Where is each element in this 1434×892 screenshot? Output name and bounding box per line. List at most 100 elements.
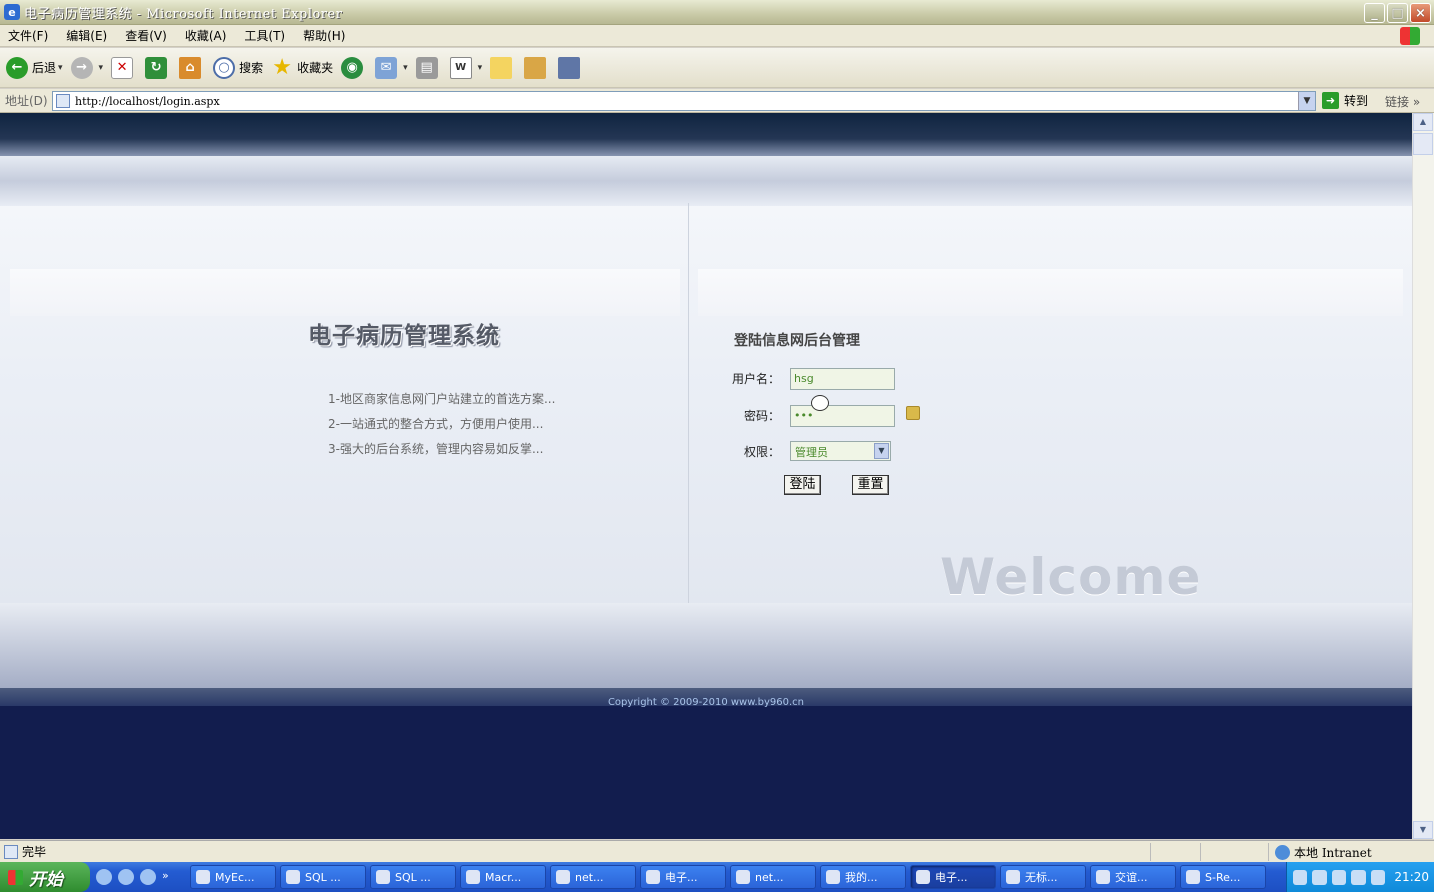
task-button[interactable]: S-Re... xyxy=(1180,865,1266,889)
address-bar: 地址(D) http://localhost/login.aspx ▼ ➜ 转到… xyxy=(0,89,1434,113)
go-arrow-icon: ➜ xyxy=(1322,92,1339,109)
reset-button[interactable]: 重置 xyxy=(852,475,889,495)
address-input[interactable]: http://localhost/login.aspx ▼ xyxy=(52,91,1316,111)
task-label: net... xyxy=(755,870,784,884)
task-label: 电子... xyxy=(935,871,968,884)
print-button[interactable]: ▤ xyxy=(415,56,442,79)
task-button[interactable]: 交谊... xyxy=(1090,865,1176,889)
app-icon xyxy=(1006,870,1020,884)
task-label: SQL ... xyxy=(305,870,341,884)
mail-icon: ✉ xyxy=(375,56,398,79)
media-quicklaunch-icon[interactable] xyxy=(140,869,156,885)
menu-tools[interactable]: 工具(T) xyxy=(244,27,285,44)
home-button[interactable]: ⌂ xyxy=(179,56,205,79)
back-label: 后退 xyxy=(32,61,57,75)
chevron-down-icon[interactable]: ▼ xyxy=(874,443,889,459)
toolbar: ← 后退 ▾ → ▾ ✕ ↻ ⌂ ○ 搜索 ★ 收藏夹 ◉ ✉ ▾ ▤ W ▾ xyxy=(0,48,1434,88)
favorites-button[interactable]: ★ 收藏夹 xyxy=(271,56,333,79)
back-arrow-icon[interactable] xyxy=(1312,869,1327,885)
clock[interactable]: 21:20 xyxy=(1394,870,1429,884)
back-arrow-icon: ← xyxy=(6,56,28,79)
scroll-up-icon[interactable]: ▲ xyxy=(1413,113,1433,131)
app-icon xyxy=(286,870,300,884)
forward-button[interactable]: → ▾ xyxy=(70,56,104,79)
app-icon xyxy=(646,870,660,884)
task-label: 交谊... xyxy=(1115,871,1148,884)
welcome-watermark: Welcome xyxy=(940,548,1202,606)
links-button[interactable]: 链接 » xyxy=(1385,93,1420,110)
menu-favorites[interactable]: 收藏(A) xyxy=(185,27,227,44)
research-button[interactable] xyxy=(524,56,550,79)
keyboard-icon[interactable] xyxy=(1293,869,1308,885)
page-icon xyxy=(4,844,18,859)
media-button[interactable]: ◉ xyxy=(341,56,367,79)
feature-item: 3-强大的后台系统，管理内容易如反掌... xyxy=(328,442,544,456)
ie-quicklaunch-icon[interactable] xyxy=(96,869,112,885)
messenger-button[interactable] xyxy=(558,56,584,79)
volume-icon[interactable] xyxy=(1351,869,1366,885)
search-label: 搜索 xyxy=(239,61,264,75)
refresh-button[interactable]: ↻ xyxy=(145,56,171,79)
task-button-active[interactable]: 电子... xyxy=(910,865,996,889)
caret-down-icon[interactable]: ▾ xyxy=(58,63,63,73)
task-button[interactable]: 无标... xyxy=(1000,865,1086,889)
ie-window: e 电子病历管理系统 - Microsoft Internet Explorer… xyxy=(0,0,1434,892)
task-button[interactable]: MyEc... xyxy=(190,865,276,889)
password-input[interactable]: ••• xyxy=(790,405,895,427)
task-button[interactable]: net... xyxy=(730,865,816,889)
scroll-thumb[interactable] xyxy=(1413,133,1433,155)
chevron-right-icon[interactable]: » xyxy=(162,869,178,885)
scroll-down-icon[interactable]: ▼ xyxy=(1413,821,1433,839)
caret-down-icon[interactable]: ▾ xyxy=(99,63,104,73)
search-button[interactable]: ○ 搜索 xyxy=(213,56,264,79)
task-button[interactable]: SQL ... xyxy=(280,865,366,889)
go-button[interactable]: ➜ 转到 xyxy=(1322,92,1368,109)
password-label: 密码： xyxy=(743,409,780,423)
task-button[interactable]: Macr... xyxy=(460,865,546,889)
media-icon: ◉ xyxy=(341,56,364,79)
menu-view[interactable]: 查看(V) xyxy=(125,27,167,44)
caret-down-icon[interactable]: ▾ xyxy=(478,63,483,73)
task-label: net... xyxy=(575,870,604,884)
address-dropdown-icon[interactable]: ▼ xyxy=(1298,92,1315,110)
discuss-button[interactable] xyxy=(490,56,516,79)
printer-icon: ▤ xyxy=(415,56,438,79)
stop-icon: ✕ xyxy=(111,56,134,79)
links-label: 链接 xyxy=(1385,95,1410,109)
app-icon xyxy=(556,870,570,884)
username-input[interactable]: hsg xyxy=(790,368,895,390)
menu-help[interactable]: 帮助(H) xyxy=(303,27,345,44)
task-button[interactable]: net... xyxy=(550,865,636,889)
role-select[interactable]: 管理员 ▼ xyxy=(790,441,891,461)
tray-app-icon[interactable] xyxy=(1370,869,1386,885)
right-panel-band xyxy=(698,269,1403,316)
login-button[interactable]: 登陆 xyxy=(784,475,821,495)
start-button[interactable]: 开始 xyxy=(0,862,90,892)
vertical-scrollbar[interactable]: ▲ ▼ xyxy=(1412,113,1434,839)
menu-file[interactable]: 文件(F) xyxy=(8,27,48,44)
close-button[interactable]: × xyxy=(1410,3,1431,23)
refresh-icon: ↻ xyxy=(145,56,168,79)
back-button[interactable]: ← 后退 ▾ xyxy=(6,56,63,79)
page-lower-gradient xyxy=(0,603,1412,688)
task-button[interactable]: SQL ... xyxy=(370,865,456,889)
status-bar: 完毕 本地 Intranet xyxy=(0,840,1434,862)
status-separator xyxy=(1200,843,1201,861)
left-panel-band xyxy=(10,269,680,316)
task-label: MyEc... xyxy=(215,870,255,884)
task-button[interactable]: 我的... xyxy=(820,865,906,889)
mail-button[interactable]: ✉ ▾ xyxy=(375,56,408,79)
windows-logo-icon xyxy=(1400,27,1420,45)
ie-icon: e xyxy=(4,4,20,20)
maximize-button[interactable]: □ xyxy=(1387,3,1408,23)
network-icon[interactable] xyxy=(1331,869,1347,885)
menu-edit[interactable]: 编辑(E) xyxy=(66,27,107,44)
page-icon xyxy=(56,94,70,108)
stop-button[interactable]: ✕ xyxy=(111,56,137,79)
task-button[interactable]: 电子... xyxy=(640,865,726,889)
minimize-button[interactable]: _ xyxy=(1364,3,1385,23)
caret-down-icon[interactable]: ▾ xyxy=(403,63,408,73)
task-label: Macr... xyxy=(485,870,522,884)
desktop-quicklaunch-icon[interactable] xyxy=(118,869,134,885)
edit-button[interactable]: W ▾ xyxy=(449,56,483,79)
